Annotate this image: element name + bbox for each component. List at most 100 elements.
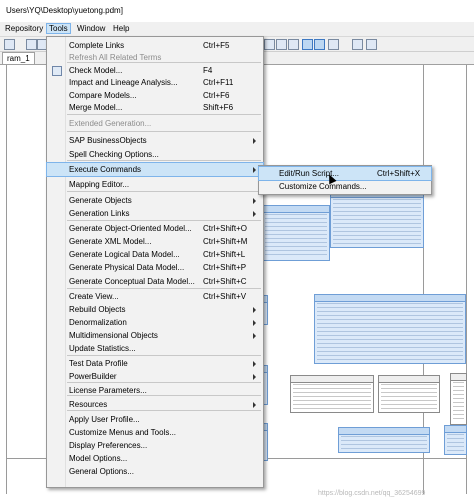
submenu-arrow-icon xyxy=(253,374,256,380)
diagram-tab[interactable]: ram_1 xyxy=(2,52,35,64)
menu-item-resources[interactable]: Resources xyxy=(47,398,263,411)
title-bar: Users\YQ\Desktop\yuetong.pdm] xyxy=(0,0,474,23)
menu-item-generation-links[interactable]: Generation Links xyxy=(47,207,263,220)
menu-item-extended-generation: Extended Generation... xyxy=(47,117,263,130)
table-entity[interactable] xyxy=(262,205,330,261)
menu-bar: Repository Tools Window Help xyxy=(0,22,474,37)
menu-item-shortcut: Ctrl+F6 xyxy=(203,91,230,100)
table-entity[interactable] xyxy=(450,373,467,425)
menu-item-generate-xml-model[interactable]: Generate XML Model... Ctrl+Shift+M xyxy=(47,235,263,248)
menu-item-label: License Parameters... xyxy=(69,386,147,395)
menu-item-shortcut: Shift+F6 xyxy=(203,103,234,112)
menu-item-execute-commands[interactable]: Execute Commands xyxy=(46,162,264,177)
submenu-arrow-icon xyxy=(253,333,256,339)
menu-item-label: Complete Links xyxy=(69,41,125,50)
toolbar-icon[interactable] xyxy=(328,39,339,50)
menu-help[interactable]: Help xyxy=(110,24,132,33)
table-entity[interactable] xyxy=(338,427,430,453)
menu-item-spell-checking-options[interactable]: Spell Checking Options... xyxy=(47,148,263,161)
menu-item-shortcut: Ctrl+Shift+O xyxy=(203,224,248,233)
menu-item-label: Generate Logical Data Model... xyxy=(69,250,180,259)
menu-item-label: Mapping Editor... xyxy=(69,180,130,189)
menu-window[interactable]: Window xyxy=(74,24,108,33)
toolbar-icon[interactable] xyxy=(314,39,325,50)
menu-item-label: Generate Objects xyxy=(69,196,132,205)
menu-item-label: Impact and Lineage Analysis... xyxy=(69,78,178,87)
table-entity[interactable] xyxy=(290,375,374,413)
submenu-arrow-icon xyxy=(253,402,256,408)
table-entity[interactable] xyxy=(378,375,440,413)
table-entity[interactable] xyxy=(330,190,424,248)
menu-item-label: PowerBuilder xyxy=(69,372,117,381)
menu-item-license-parameters[interactable]: License Parameters... xyxy=(47,384,263,397)
menu-item-label: Refresh All Related Terms xyxy=(69,53,162,62)
execute-commands-submenu: Edit/Run Script... Ctrl+Shift+X Customize … xyxy=(258,165,432,195)
toolbar-icon[interactable] xyxy=(26,39,37,50)
menu-item-label: Extended Generation... xyxy=(69,119,152,128)
toolbar-icon[interactable] xyxy=(264,39,275,50)
tools-menu: Complete Links Ctrl+F5 Refresh All Related… xyxy=(46,36,264,488)
menu-item-label: Customize Menus and Tools... xyxy=(69,428,177,437)
menu-item-impact-and-lineage-analysis[interactable]: Impact and Lineage Analysis... Ctrl+F11 xyxy=(47,76,263,89)
menu-item-label: Check Model... xyxy=(69,66,123,75)
page-boundary-line xyxy=(6,65,7,494)
menu-item-label: General Options... xyxy=(69,467,134,476)
menu-tools[interactable]: Tools xyxy=(46,23,71,34)
toolbar-icon[interactable] xyxy=(302,39,313,50)
menu-item-generate-objects[interactable]: Generate Objects xyxy=(47,194,263,207)
table-entity[interactable] xyxy=(314,294,466,364)
menu-item-label: Generate Physical Data Model... xyxy=(69,263,185,272)
toolbar-icon[interactable] xyxy=(352,39,363,50)
menu-item-customize-menus-and-tools[interactable]: Customize Menus and Tools... xyxy=(47,426,263,439)
menu-item-display-preferences[interactable]: Display Preferences... xyxy=(47,439,263,452)
menu-item-generate-logical-data-model[interactable]: Generate Logical Data Model... Ctrl+Shift… xyxy=(47,248,263,261)
menu-item-label: Multidimensional Objects xyxy=(69,331,158,340)
menu-item-test-data-profile[interactable]: Test Data Profile xyxy=(47,357,263,370)
menu-item-label: Display Preferences... xyxy=(69,441,148,450)
toolbar-icon[interactable] xyxy=(288,39,299,50)
table-entity[interactable] xyxy=(444,425,467,455)
toolbar-icon[interactable] xyxy=(366,39,377,50)
menu-item-create-view[interactable]: Create View... Ctrl+Shift+V xyxy=(47,290,263,303)
menu-item-model-options[interactable]: Model Options... xyxy=(47,452,263,465)
submenu-arrow-icon xyxy=(253,211,256,217)
menu-item-shortcut: Ctrl+F5 xyxy=(203,41,230,50)
toolbar-icon[interactable] xyxy=(4,39,15,50)
watermark: https://blog.csdn.net/qq_36254699 xyxy=(318,490,426,497)
submenu-item-shortcut: Ctrl+Shift+X xyxy=(377,169,421,178)
menu-item-mapping-editor[interactable]: Mapping Editor... xyxy=(47,178,263,191)
menu-item-apply-user-profile[interactable]: Apply User Profile... xyxy=(47,413,263,426)
check-model-icon xyxy=(52,66,62,76)
menu-item-label: Resources xyxy=(69,400,108,409)
submenu-arrow-icon xyxy=(253,361,256,367)
menu-item-label: Execute Commands xyxy=(69,165,142,174)
submenu-arrow-icon xyxy=(253,198,256,204)
menu-item-general-options[interactable]: General Options... xyxy=(47,465,263,478)
menu-item-generate-conceptual-data-model[interactable]: Generate Conceptual Data Model... Ctrl+Sh… xyxy=(47,275,263,288)
menu-item-label: Apply User Profile... xyxy=(69,415,140,424)
menu-separator xyxy=(67,288,261,289)
menu-item-shortcut: Ctrl+Shift+L xyxy=(203,250,246,259)
menu-item-powerbuilder[interactable]: PowerBuilder xyxy=(47,370,263,383)
submenu-item-edit-run-script[interactable]: Edit/Run Script... Ctrl+Shift+X xyxy=(258,166,432,181)
submenu-item-label: Customize Commands... xyxy=(279,182,367,191)
menu-separator xyxy=(67,114,261,115)
menu-repository[interactable]: Repository xyxy=(2,24,46,33)
menu-item-update-statistics[interactable]: Update Statistics... xyxy=(47,342,263,355)
submenu-item-customize-commands[interactable]: Customize Commands... xyxy=(259,180,431,193)
menu-item-label: Generate Object-Oriented Model... xyxy=(69,224,192,233)
menu-item-generate-object-oriented-model[interactable]: Generate Object-Oriented Model... Ctrl+Sh… xyxy=(47,222,263,235)
menu-item-merge-model[interactable]: Merge Model... Shift+F6 xyxy=(47,101,263,114)
menu-item-label: Generate Conceptual Data Model... xyxy=(69,277,195,286)
menu-item-label: Denormalization xyxy=(69,318,127,327)
menu-item-shortcut: Ctrl+Shift+V xyxy=(203,292,247,301)
menu-item-sap-businessobjects[interactable]: SAP BusinessObjects xyxy=(47,134,263,147)
menu-item-generate-physical-data-model[interactable]: Generate Physical Data Model... Ctrl+Shif… xyxy=(47,261,263,274)
menu-item-denormalization[interactable]: Denormalization xyxy=(47,316,263,329)
menu-item-multidimensional-objects[interactable]: Multidimensional Objects xyxy=(47,329,263,342)
menu-item-label: Merge Model... xyxy=(69,103,123,112)
toolbar-icon[interactable] xyxy=(276,39,287,50)
menu-item-rebuild-objects[interactable]: Rebuild Objects xyxy=(47,303,263,316)
submenu-arrow-icon xyxy=(253,307,256,313)
menu-item-label: Model Options... xyxy=(69,454,128,463)
